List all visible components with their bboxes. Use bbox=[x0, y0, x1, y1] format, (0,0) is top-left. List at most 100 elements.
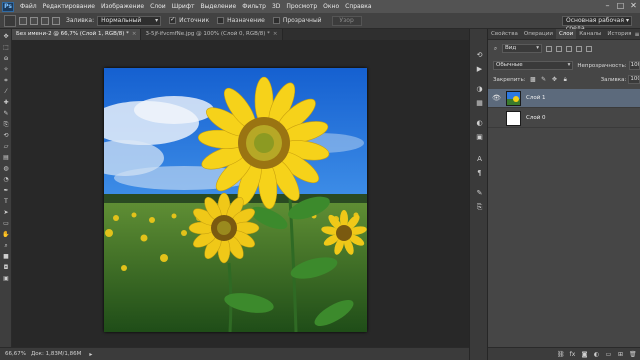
clone-source-panel-icon[interactable]: ⎘ bbox=[475, 203, 484, 212]
opacity-field[interactable]: 100% bbox=[628, 61, 640, 70]
tab-actions[interactable]: Операции bbox=[521, 29, 556, 39]
color-swatch-icon[interactable]: ■ bbox=[2, 253, 10, 261]
dodge-icon[interactable]: ◔ bbox=[2, 176, 10, 184]
filter-type-icon[interactable] bbox=[566, 45, 572, 52]
screen-mode-icon[interactable]: ▣ bbox=[2, 275, 10, 283]
clone-stamp-icon[interactable]: ⎘ bbox=[2, 121, 10, 129]
healing-icon[interactable]: ✚ bbox=[2, 99, 10, 107]
menu-view[interactable]: Просмотр bbox=[283, 3, 320, 10]
actions-panel-icon[interactable]: ▶ bbox=[475, 65, 484, 74]
patch-tool-preset-icon[interactable] bbox=[4, 14, 16, 27]
adjustments-panel-icon[interactable]: ◐ bbox=[475, 119, 484, 128]
menu-select[interactable]: Выделение bbox=[197, 3, 239, 10]
brush-icon[interactable]: ✎ bbox=[2, 110, 10, 118]
layer-kind-dropdown[interactable]: Вид bbox=[502, 44, 542, 53]
link-layers-icon[interactable]: ⛓ bbox=[557, 351, 565, 358]
history-panel-icon[interactable]: ⟲ bbox=[475, 51, 484, 60]
blend-mode-dropdown[interactable]: Обычные bbox=[493, 61, 574, 70]
subtract-selection-icon[interactable] bbox=[41, 16, 49, 25]
tab-sunflower-jpg[interactable]: 3-5jf-ifvcmfNe.jpg @ 100% (Слой 0, RGB/8… bbox=[141, 29, 283, 40]
layer-name[interactable]: Слой 0 bbox=[526, 115, 546, 121]
workspace-dropdown[interactable]: Основная рабочая среда bbox=[562, 16, 632, 32]
type-icon[interactable]: T bbox=[2, 198, 10, 206]
tab-channels[interactable]: Каналы bbox=[576, 29, 604, 39]
menu-type[interactable]: Шрифт bbox=[169, 3, 198, 10]
blur-icon[interactable]: ◍ bbox=[2, 165, 10, 173]
menu-layers[interactable]: Слои bbox=[147, 3, 169, 10]
zoom-icon[interactable]: ⌕ bbox=[2, 242, 10, 250]
eraser-icon[interactable]: ▱ bbox=[2, 143, 10, 151]
tab-untitled-2[interactable]: Без имени-2 @ 66,7% (Слой 1, RGB/8) * × bbox=[12, 29, 142, 40]
layer-row-layer-0[interactable]: Слой 0 bbox=[488, 109, 640, 128]
layer-row-layer-1[interactable]: 👁︎ Слой 1 bbox=[488, 89, 640, 108]
maximize-icon[interactable]: □ bbox=[616, 1, 625, 10]
layer-style-icon[interactable]: fx bbox=[569, 351, 576, 358]
visibility-eye-icon[interactable]: 👁︎ bbox=[492, 94, 501, 102]
menu-edit[interactable]: Редактирование bbox=[40, 3, 98, 10]
intersect-selection-icon[interactable] bbox=[52, 16, 60, 25]
document-canvas[interactable] bbox=[104, 68, 367, 332]
eyedropper-icon[interactable]: ⁄ bbox=[2, 88, 10, 96]
pen-icon[interactable]: ✒ bbox=[2, 187, 10, 195]
filter-shape-icon[interactable] bbox=[576, 45, 582, 52]
zoom-level[interactable]: 66,67% bbox=[5, 351, 26, 357]
menu-help[interactable]: Справка bbox=[342, 3, 374, 10]
shape-icon[interactable]: ▭ bbox=[2, 220, 10, 228]
document-size: Док: 1,83M/1,86M bbox=[30, 351, 82, 357]
menu-file[interactable]: Файл bbox=[17, 3, 40, 10]
menu-3d[interactable]: 3D bbox=[269, 3, 283, 10]
lock-transparency-icon[interactable]: ▩ bbox=[530, 76, 537, 83]
lock-position-icon[interactable]: ✥ bbox=[551, 76, 558, 83]
trash-icon[interactable]: 🗑︎ bbox=[629, 351, 637, 358]
menu-image[interactable]: Изображение bbox=[98, 3, 147, 10]
color-panel-icon[interactable]: ◑ bbox=[475, 85, 484, 94]
character-panel-icon[interactable]: A bbox=[475, 155, 484, 164]
hand-icon[interactable]: ✋ bbox=[2, 231, 10, 239]
brush-panel-icon[interactable]: ✎ bbox=[475, 189, 484, 198]
filter-smart-icon[interactable] bbox=[586, 45, 592, 52]
quick-mask-icon[interactable]: ◘ bbox=[2, 264, 10, 272]
new-layer-icon[interactable]: ⊞ bbox=[617, 351, 624, 358]
transparent-checkbox[interactable] bbox=[272, 17, 280, 24]
destination-radio[interactable] bbox=[217, 17, 225, 24]
fill-mode-dropdown[interactable]: Нормальный bbox=[97, 15, 162, 26]
tab-history[interactable]: История bbox=[604, 29, 634, 39]
tab-layers[interactable]: Слои bbox=[555, 29, 577, 39]
quick-select-icon[interactable]: ✧ bbox=[2, 66, 10, 74]
layer-thumbnail bbox=[506, 111, 521, 126]
new-selection-icon[interactable] bbox=[19, 16, 27, 25]
panel-menu-icon[interactable]: ≡ bbox=[634, 29, 640, 39]
crop-icon[interactable]: ⌗ bbox=[2, 77, 10, 85]
tab-close-icon[interactable]: × bbox=[273, 31, 278, 37]
tab-properties[interactable]: Свойства bbox=[488, 29, 521, 39]
swatches-panel-icon[interactable]: ▦ bbox=[475, 99, 484, 108]
lock-all-icon[interactable]: 🔒︎ bbox=[562, 76, 569, 83]
status-menu-icon[interactable]: ▸ bbox=[89, 351, 92, 358]
lasso-icon[interactable]: ɷ bbox=[2, 55, 10, 63]
add-mask-icon[interactable]: ◙ bbox=[581, 351, 588, 358]
history-brush-icon[interactable]: ⟲ bbox=[2, 132, 10, 140]
adjustment-layer-icon[interactable]: ◐ bbox=[593, 351, 600, 358]
visibility-eye-icon[interactable] bbox=[492, 114, 500, 122]
path-select-icon[interactable]: ➤ bbox=[2, 209, 10, 217]
menu-filter[interactable]: Фильтр bbox=[239, 3, 269, 10]
fill-field[interactable]: 100% bbox=[628, 75, 640, 84]
styles-panel-icon[interactable]: ▣ bbox=[475, 133, 484, 142]
close-icon[interactable]: ✕ bbox=[629, 1, 638, 10]
new-group-icon[interactable]: ▭ bbox=[605, 351, 612, 358]
gradient-icon[interactable]: ▤ bbox=[2, 154, 10, 162]
use-pattern-button[interactable]: Узор bbox=[331, 15, 362, 26]
filter-adjustment-icon[interactable] bbox=[556, 45, 562, 52]
marquee-icon[interactable]: ⬚ bbox=[2, 44, 10, 52]
add-selection-icon[interactable] bbox=[30, 16, 38, 25]
filter-pixel-icon[interactable] bbox=[546, 45, 552, 52]
move-icon[interactable]: ✥ bbox=[2, 33, 10, 41]
menu-window[interactable]: Окно bbox=[320, 3, 342, 10]
layer-name[interactable]: Слой 1 bbox=[526, 95, 546, 101]
source-radio[interactable] bbox=[169, 16, 177, 24]
paragraph-panel-icon[interactable]: ¶ bbox=[475, 169, 484, 178]
canvas-area[interactable] bbox=[12, 40, 469, 347]
tab-close-icon[interactable]: × bbox=[132, 31, 137, 37]
minimize-icon[interactable]: – bbox=[603, 1, 612, 10]
lock-pixels-icon[interactable]: ✎ bbox=[540, 76, 547, 83]
